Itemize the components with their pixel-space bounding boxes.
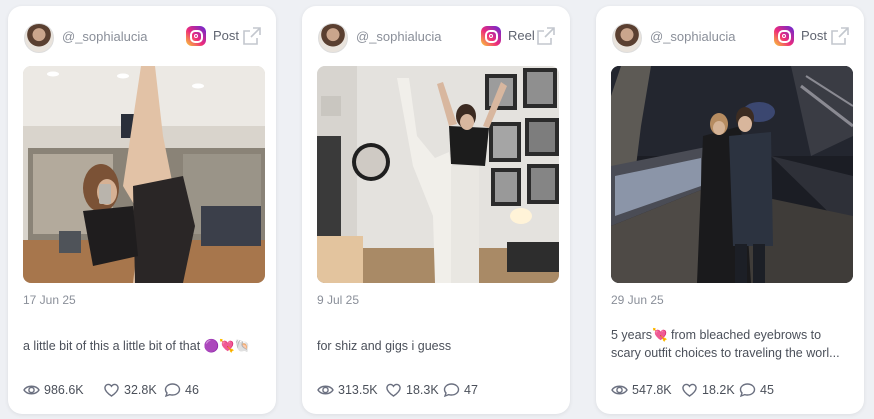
post-type-label: Post xyxy=(801,28,828,43)
post-type-label: Post xyxy=(213,28,240,43)
caption-line: for shiz and gigs i guess xyxy=(317,339,452,353)
avatar[interactable] xyxy=(24,23,54,53)
post-caption: for shiz and gigs i guess xyxy=(317,337,559,355)
instagram-icon xyxy=(481,26,501,46)
likes-count: 18.2K xyxy=(702,383,735,397)
post-image[interactable] xyxy=(23,66,265,283)
post-date: 29 Jun 25 xyxy=(611,293,664,307)
post-card[interactable]: @_sophialucia Post xyxy=(596,6,864,414)
avatar[interactable] xyxy=(318,23,348,53)
card-header: @_sophialucia Post xyxy=(24,23,262,53)
post-caption: a little bit of this a little bit of tha… xyxy=(23,337,265,355)
likes-count: 32.8K xyxy=(124,383,157,397)
views-count: 986.6K xyxy=(44,383,84,397)
comments-count: 47 xyxy=(464,383,478,397)
post-date: 9 Jul 25 xyxy=(317,293,360,307)
comments-count: 45 xyxy=(760,383,774,397)
eye-icon xyxy=(611,385,628,395)
comment-icon xyxy=(443,383,460,398)
views-count: 313.5K xyxy=(338,383,378,397)
comments-count: 46 xyxy=(185,383,199,397)
author-handle[interactable]: @_sophialucia xyxy=(650,29,735,44)
author-handle[interactable]: @_sophialucia xyxy=(62,29,147,44)
heart-icon xyxy=(104,383,119,397)
eye-icon xyxy=(317,385,334,395)
eye-icon xyxy=(23,385,40,395)
card-header: @_sophialucia Reel xyxy=(318,23,556,53)
post-caption: 5 years💘 from bleached eyebrows to scary… xyxy=(611,326,853,362)
card-header: @_sophialucia Post xyxy=(612,23,850,53)
caption-line: 5 years💘 from bleached eyebrows to xyxy=(611,328,822,342)
comment-icon xyxy=(164,383,181,398)
reel-thumbnail[interactable] xyxy=(317,66,559,283)
avatar[interactable] xyxy=(612,23,642,53)
views-count: 547.8K xyxy=(632,383,672,397)
heart-icon xyxy=(386,383,401,397)
instagram-icon xyxy=(186,26,206,46)
heart-icon xyxy=(682,383,697,397)
caption-line: a little bit of this a little bit of tha… xyxy=(23,339,251,353)
external-link-icon[interactable] xyxy=(830,26,850,46)
post-image[interactable] xyxy=(611,66,853,283)
instagram-icon xyxy=(774,26,794,46)
likes-count: 18.3K xyxy=(406,383,439,397)
external-link-icon[interactable] xyxy=(242,26,262,46)
caption-line: scary outfit choices to traveling the wo… xyxy=(611,346,840,360)
comment-icon xyxy=(739,383,756,398)
author-handle[interactable]: @_sophialucia xyxy=(356,29,441,44)
post-card[interactable]: @_sophialucia Post xyxy=(8,6,276,414)
post-date: 17 Jun 25 xyxy=(23,293,76,307)
post-type-label: Reel xyxy=(508,28,535,43)
post-card[interactable]: @_sophialucia Reel 9 Jul 25 for shiz and… xyxy=(302,6,570,414)
external-link-icon[interactable] xyxy=(536,26,556,46)
